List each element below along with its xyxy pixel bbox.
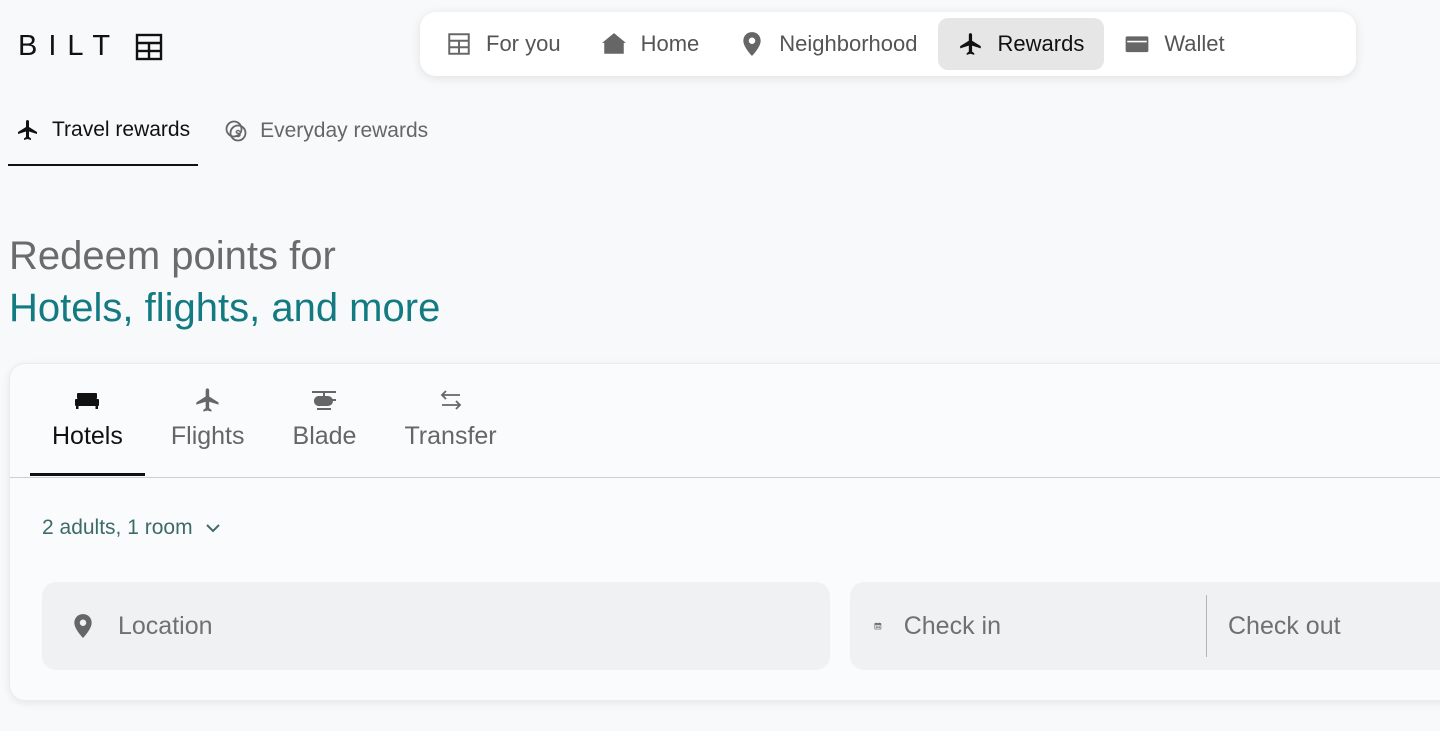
airplane-icon <box>196 388 219 412</box>
brand-grid-icon <box>135 33 163 60</box>
calendar-icon <box>874 622 882 630</box>
bed-icon <box>75 393 100 409</box>
bilt-logo[interactable]: BILT <box>18 30 163 63</box>
map-pin-icon <box>743 32 761 56</box>
nav-label: For you <box>486 31 561 56</box>
tab-hotels[interactable]: Hotels <box>30 386 145 476</box>
booking-tab-label: Flights <box>170 422 245 450</box>
booking-tab-label: Hotels <box>52 422 123 450</box>
checkout-input[interactable] <box>1226 610 1440 642</box>
airplane-icon <box>18 120 37 140</box>
tab-blade[interactable]: Blade <box>271 386 379 476</box>
tab-label: Everyday rewards <box>260 119 429 142</box>
hero-subheading: Hotels, flights, and more <box>9 286 441 330</box>
nav-item-for-you[interactable]: For you <box>426 18 581 70</box>
chevron-down-icon <box>205 524 220 533</box>
tab-everyday-rewards[interactable]: $ Everyday rewards <box>216 96 436 166</box>
nav-item-rewards[interactable]: Rewards <box>937 18 1105 70</box>
dates-field <box>850 582 1440 670</box>
building-grid-icon <box>448 33 470 55</box>
tab-label: Travel rewards <box>52 118 191 141</box>
booking-tabs: Hotels Flights Blade Transfer <box>30 386 523 476</box>
hero-heading: Redeem points for <box>9 234 336 278</box>
wallet-icon <box>1125 36 1149 53</box>
guests-label: 2 adults, 1 room <box>42 516 193 539</box>
tab-flights[interactable]: Flights <box>149 386 267 476</box>
nav-label: Rewards <box>997 31 1085 56</box>
house-icon <box>601 33 626 54</box>
booking-card: Hotels Flights Blade Transfer 2 adults, … <box>9 363 1440 701</box>
nav-item-neighborhood[interactable]: Neighborhood <box>719 18 937 70</box>
location-input[interactable] <box>116 610 760 642</box>
svg-text:$: $ <box>235 129 241 140</box>
rewards-subtabs: Travel rewards $ Everyday rewards <box>8 96 454 166</box>
tabs-divider <box>10 477 1440 478</box>
nav-item-wallet[interactable]: Wallet <box>1104 18 1244 70</box>
location-field <box>42 582 830 670</box>
map-pin-icon <box>74 614 92 638</box>
nav-label: Home <box>640 31 700 56</box>
helicopter-icon <box>312 391 337 410</box>
nav-label: Wallet <box>1164 31 1225 56</box>
transfer-arrows-icon <box>440 390 461 410</box>
nav-item-home[interactable]: Home <box>581 18 720 70</box>
checkin-input[interactable] <box>901 610 1206 642</box>
booking-tab-label: Blade <box>292 422 357 450</box>
tab-transfer[interactable]: Transfer <box>382 386 518 476</box>
guests-selector[interactable]: 2 adults, 1 room <box>42 516 223 540</box>
main-nav: For you Home Neighborhood Rewards Wallet <box>420 12 1356 76</box>
nav-label: Neighborhood <box>779 31 918 56</box>
coins-icon: $ <box>225 120 247 142</box>
brand-wordmark: BILT <box>18 30 122 62</box>
tab-travel-rewards[interactable]: Travel rewards <box>8 96 199 166</box>
booking-tab-label: Transfer <box>404 422 497 450</box>
airplane-icon <box>959 33 981 55</box>
